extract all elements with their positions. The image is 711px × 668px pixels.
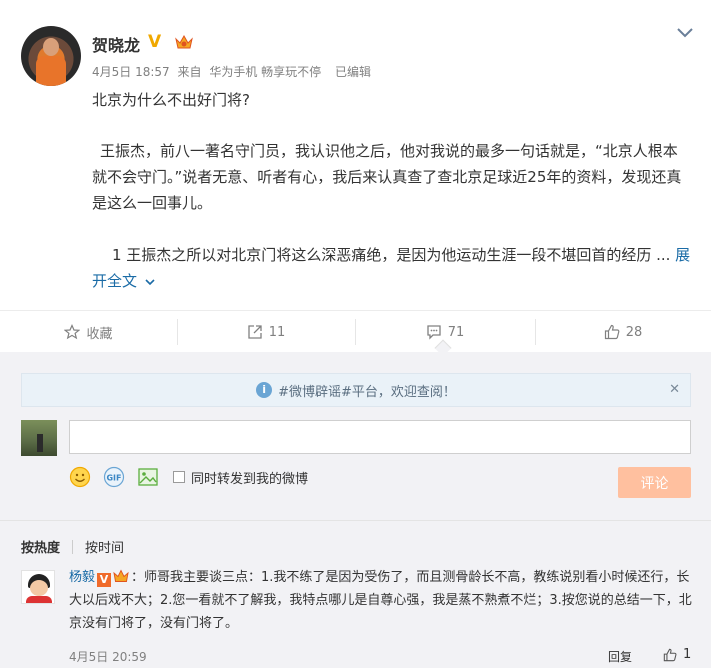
verified-icon: V (97, 573, 112, 587)
vip-crown-icon[interactable] (113, 569, 129, 583)
forward-button[interactable]: 11 (177, 311, 355, 353)
composer-toolbar: GIF 同时转发到我的微博 (69, 466, 308, 488)
avatar-shirt (26, 596, 52, 603)
my-avatar (21, 420, 57, 456)
vip-crown-icon[interactable] (174, 34, 194, 50)
favorite-label: 收藏 (86, 326, 113, 342)
divider (0, 520, 711, 521)
post-meta: 4月5日 18:57 来自 华为手机 畅享玩不停 已编辑 (92, 63, 375, 80)
comment-sort-tabs: 按热度 按时间 (21, 537, 124, 556)
sort-by-time-tab[interactable]: 按时间 (85, 537, 124, 556)
info-icon: i (256, 382, 273, 398)
paragraph-1-text: 王振杰，前八一著名守门员，我认识他之后，他对我说的最多一句话就是，“北京人根本就… (92, 142, 682, 212)
comment-panel: i #微博辟谣#平台，欢迎查阅！ ✕ GIF 同时转发到我的微博 评论 按热度 … (0, 352, 711, 668)
comment-input[interactable] (69, 420, 691, 454)
post-date[interactable]: 4月5日 18:57 (92, 65, 170, 79)
avatar-figure (37, 434, 43, 452)
commenter-avatar[interactable] (21, 570, 55, 604)
avatar-shirt (36, 56, 66, 86)
rumor-notice-banner: i #微博辟谣#平台，欢迎查阅！ ✕ (21, 373, 691, 407)
source-prefix: 来自 (177, 65, 202, 79)
thumbs-up-icon (663, 648, 677, 661)
comment-like-count: 1 (683, 647, 692, 662)
paragraph-2-text: 1 王振杰之所以对北京门将这么深恶痛绝，是因为他运动生涯一段不堪回首的经历 ..… (112, 246, 671, 264)
gif-icon[interactable]: GIF (103, 466, 125, 488)
repost-checkbox[interactable] (173, 471, 185, 483)
comment-count: 71 (447, 324, 465, 340)
comment-text: ：师哥我主要谈三点：1.我不练了是因为受伤了，而且测骨龄长不高，教练说别看小时候… (69, 570, 692, 631)
star-icon (64, 324, 81, 340)
comment-date: 4月5日 20:59 (69, 650, 147, 664)
forward-count: 11 (268, 324, 286, 340)
post-source[interactable]: 华为手机 畅享玩不停 (209, 65, 321, 79)
sort-divider (72, 539, 74, 554)
comment-like-button[interactable]: 1 (663, 647, 691, 662)
sort-by-hot-tab[interactable]: 按热度 (21, 537, 60, 556)
like-button[interactable]: 28 (535, 311, 711, 353)
weibo-post: 贺晓龙 V 4月5日 18:57 来自 华为手机 畅享玩不停 已编辑 北京为什么… (0, 0, 711, 310)
edited-label[interactable]: 已编辑 (335, 65, 371, 79)
notice-text[interactable]: #微博辟谣#平台，欢迎查阅！ (278, 381, 456, 400)
thumbs-up-icon (604, 324, 620, 340)
favorite-button[interactable]: 收藏 (0, 311, 177, 353)
repost-checkbox-label[interactable]: 同时转发到我的微博 (191, 468, 308, 487)
reply-button[interactable]: 回复 (608, 648, 632, 665)
forward-icon (248, 325, 262, 339)
post-paragraph-2: 1 王振杰之所以对北京门将这么深恶痛绝，是因为他运动生涯一段不堪回首的经历 ..… (92, 242, 692, 294)
post-paragraph-1: 王振杰，前八一著名守门员，我认识他之后，他对我说的最多一句话就是，“北京人根本就… (92, 138, 692, 216)
avatar-face (30, 580, 48, 596)
comment-item: 杨毅 V ：师哥我主要谈三点：1.我不练了是因为受伤了，而且测骨龄长不高，教练说别看… (69, 566, 694, 635)
verified-icon: V (148, 32, 162, 52)
expand-chevron-icon (145, 278, 155, 285)
svg-text:GIF: GIF (106, 474, 121, 483)
post-menu-chevron-icon[interactable] (676, 26, 694, 40)
author-avatar[interactable] (21, 26, 81, 86)
image-icon[interactable] (137, 466, 159, 488)
emoji-icon[interactable] (69, 466, 91, 488)
author-name[interactable]: 贺晓龙 (92, 32, 140, 56)
submit-comment-button[interactable]: 评论 (618, 467, 691, 498)
action-bar: 收藏 11 71 28 (0, 310, 711, 357)
post-title: 北京为什么不出好门将? (92, 91, 250, 109)
commenter-name[interactable]: 杨毅 (69, 570, 95, 585)
close-notice-icon[interactable]: ✕ (669, 382, 680, 397)
avatar-face (43, 38, 59, 56)
comment-icon (427, 325, 441, 340)
like-count: 28 (625, 324, 643, 340)
